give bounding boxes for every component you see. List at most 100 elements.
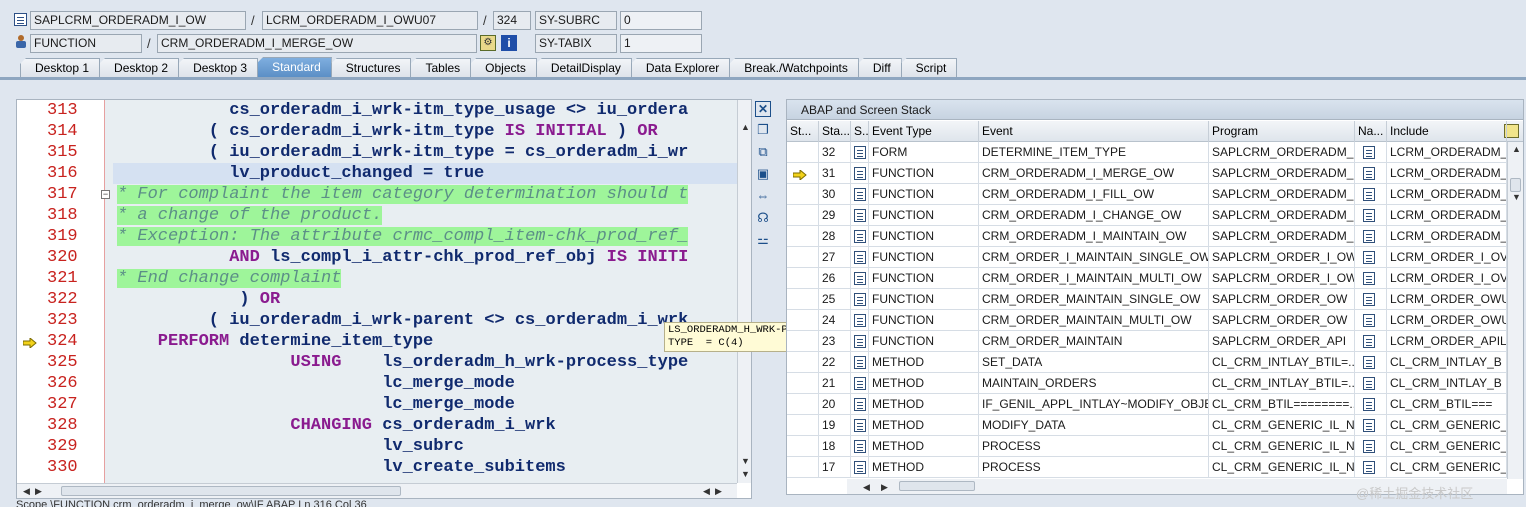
program-field[interactable]: SAPLCRM_ORDERADM_I_OW — [30, 11, 246, 30]
navigate-to-source-icon[interactable] — [1363, 272, 1375, 285]
tab-structures[interactable]: Structures — [330, 58, 412, 77]
tab-break-watchpoints[interactable]: Break./Watchpoints — [729, 58, 859, 77]
stack-row[interactable]: 25 FUNCTION CRM_ORDER_MAINTAIN_SINGLE_OW SA… — [787, 289, 1507, 310]
document-icon[interactable] — [854, 335, 866, 348]
navigate-to-source-icon[interactable] — [1363, 398, 1375, 411]
fold-toggle-icon[interactable]: − — [101, 190, 110, 199]
tab-standard[interactable]: Standard — [257, 57, 332, 77]
editor-horizontal-scrollbar[interactable]: ◀ ▶ ◀ ▶ — [17, 483, 737, 498]
navigate-to-source-icon[interactable] — [1363, 440, 1375, 453]
document-icon[interactable] — [854, 146, 866, 159]
column-header[interactable]: Sta... — [819, 121, 851, 142]
new-window-icon[interactable]: ❐ — [755, 122, 771, 138]
close-icon[interactable]: ✕ — [755, 101, 771, 117]
document-icon[interactable] — [854, 398, 866, 411]
sy-subrc-value[interactable]: 0 — [620, 11, 702, 30]
stack-row[interactable]: 28 FUNCTION CRM_ORDERADM_I_MAINTAIN_OW SAPL… — [787, 226, 1507, 247]
column-header[interactable]: S... — [851, 121, 869, 142]
tab-detaildisplay[interactable]: DetailDisplay — [535, 58, 632, 77]
document-icon[interactable] — [854, 167, 866, 180]
code-area[interactable]: cs_orderadm_i_wrk-itm_type_usage <> iu_o… — [105, 100, 737, 483]
document-icon[interactable] — [854, 356, 866, 369]
document-icon[interactable] — [854, 209, 866, 222]
tab-script[interactable]: Script — [900, 58, 958, 77]
scroll-up-icon[interactable]: ▲ — [1512, 144, 1521, 154]
scroll-left-icon[interactable]: ◀ — [703, 486, 710, 496]
column-header[interactable]: Include — [1387, 121, 1507, 142]
navigate-to-source-icon[interactable] — [1363, 230, 1375, 243]
navigate-to-source-icon[interactable] — [1363, 293, 1375, 306]
navigate-to-source-icon[interactable] — [1363, 188, 1375, 201]
tab-desktop-2[interactable]: Desktop 2 — [99, 58, 180, 77]
tab-desktop-1[interactable]: Desktop 1 — [20, 58, 101, 77]
navigate-to-source-icon[interactable] — [1363, 419, 1375, 432]
stack-row[interactable]: 24 FUNCTION CRM_ORDER_MAINTAIN_MULTI_OW SAP… — [787, 310, 1507, 331]
navigate-to-source-icon[interactable] — [1363, 335, 1375, 348]
maximize-icon[interactable]: ▣ — [755, 166, 771, 182]
document-icon[interactable] — [854, 188, 866, 201]
stack-row[interactable]: 21 METHOD MAINTAIN_ORDERS CL_CRM_INTLAY_BTI… — [787, 373, 1507, 394]
tab-objects[interactable]: Objects — [470, 58, 537, 77]
navigate-to-source-icon[interactable] — [1363, 314, 1375, 327]
tree-icon[interactable]: ⚍ — [755, 232, 771, 248]
stack-row[interactable]: 19 METHODMODIFY_DATACL_CRM_GENERIC_IL_NE.… — [787, 415, 1507, 436]
column-header[interactable]: Event Type — [869, 121, 979, 142]
document-icon[interactable] — [854, 251, 866, 264]
column-header[interactable]: Na... — [1355, 121, 1387, 142]
column-header[interactable]: Program — [1209, 121, 1355, 142]
tab-desktop-3[interactable]: Desktop 3 — [178, 58, 259, 77]
scroll-down-icon[interactable]: ▼ — [1512, 192, 1521, 202]
document-icon[interactable] — [854, 272, 866, 285]
stack-row[interactable]: 26 FUNCTION CRM_ORDER_I_MAINTAIN_MULTI_OW S… — [787, 268, 1507, 289]
display-object-icon[interactable]: ⚙ — [480, 35, 496, 51]
scroll-right-icon[interactable]: ▶ — [881, 482, 888, 492]
stack-row[interactable]: 22 METHOD SET_DATA CL_CRM_INTLAY_BTIL=... CL… — [787, 352, 1507, 373]
column-header[interactable]: St... — [787, 121, 819, 142]
include-field[interactable]: LCRM_ORDERADM_I_OWU07 — [262, 11, 478, 30]
scrollbar-thumb[interactable] — [899, 481, 975, 491]
document-icon[interactable] — [854, 461, 866, 474]
navigate-to-source-icon[interactable] — [1363, 146, 1375, 159]
function-name-field[interactable]: CRM_ORDERADM_I_MERGE_OW — [157, 34, 477, 53]
stack-row[interactable]: 18 METHODPROCESSCL_CRM_GENERIC_IL_NE... CL… — [787, 436, 1507, 457]
stack-row[interactable]: 32 FORM DETERMINE_ITEM_TYPE SAPLCRM_ORDERAD… — [787, 142, 1507, 163]
stack-row[interactable]: 31 FUNCTION CRM_ORDERADM_I_MERGE_OW SAPLCRM… — [787, 163, 1507, 184]
scrollbar-thumb[interactable] — [1510, 178, 1521, 192]
document-icon[interactable] — [854, 293, 866, 306]
stack-row[interactable]: 17 METHODPROCESSCL_CRM_GENERIC_IL_NE... CL… — [787, 457, 1507, 478]
source-code-editor[interactable]: 313 314 315 316 317 318 319 320 321 322 323 324 325 3… — [16, 99, 752, 499]
stack-row[interactable]: 23 FUNCTION CRM_ORDER_MAINTAIN SAPLCRM_ORDE… — [787, 331, 1507, 352]
editor-vertical-scrollbar[interactable]: ▲ ▼ ▼ — [737, 100, 751, 483]
scrollbar-thumb[interactable] — [61, 486, 401, 496]
tab-tables[interactable]: Tables — [410, 58, 472, 77]
scroll-down-icon[interactable]: ▼ — [741, 456, 750, 466]
navigate-to-source-icon[interactable] — [1363, 167, 1375, 180]
document-icon[interactable] — [854, 377, 866, 390]
scroll-down-icon[interactable]: ▼ — [741, 469, 750, 479]
headset-icon[interactable]: ☊ — [755, 210, 771, 226]
document-icon[interactable] — [854, 419, 866, 432]
scroll-up-icon[interactable]: ▲ — [741, 122, 750, 132]
stack-row[interactable]: 30 FUNCTION CRM_ORDERADM_I_FILL_OW SAPLCRM_… — [787, 184, 1507, 205]
document-icon[interactable] — [854, 440, 866, 453]
expand-horizontal-icon[interactable]: ⇔ — [755, 188, 771, 204]
tab-diff[interactable]: Diff — [857, 58, 902, 77]
column-header[interactable]: Event — [979, 121, 1209, 142]
navigate-to-source-icon[interactable] — [1363, 461, 1375, 474]
stack-row[interactable]: 29 FUNCTION CRM_ORDERADM_I_CHANGE_OW SAPLCR… — [787, 205, 1507, 226]
event-type-field[interactable]: FUNCTION — [30, 34, 142, 53]
scroll-right-icon[interactable]: ▶ — [35, 486, 42, 496]
document-icon[interactable] — [854, 314, 866, 327]
navigate-to-source-icon[interactable] — [1363, 209, 1375, 222]
split-icon[interactable]: ⧉ — [755, 144, 771, 160]
scroll-left-icon[interactable]: ◀ — [863, 482, 870, 492]
stack-vertical-scrollbar[interactable]: ▲ ▼ — [1507, 142, 1523, 479]
scroll-right-icon[interactable]: ▶ — [715, 486, 722, 496]
line-number-field[interactable]: 324 — [493, 11, 531, 30]
stack-row[interactable]: 27 FUNCTION CRM_ORDER_I_MAINTAIN_SINGLE_OW… — [787, 247, 1507, 268]
scroll-left-icon[interactable]: ◀ — [23, 486, 30, 496]
navigate-to-source-icon[interactable] — [1363, 251, 1375, 264]
stack-row[interactable]: 20 METHOD IF_GENIL_APPL_INTLAY~MODIFY_OBJE… — [787, 394, 1507, 415]
info-icon[interactable]: i — [501, 35, 517, 51]
sy-tabix-value[interactable]: 1 — [620, 34, 702, 53]
